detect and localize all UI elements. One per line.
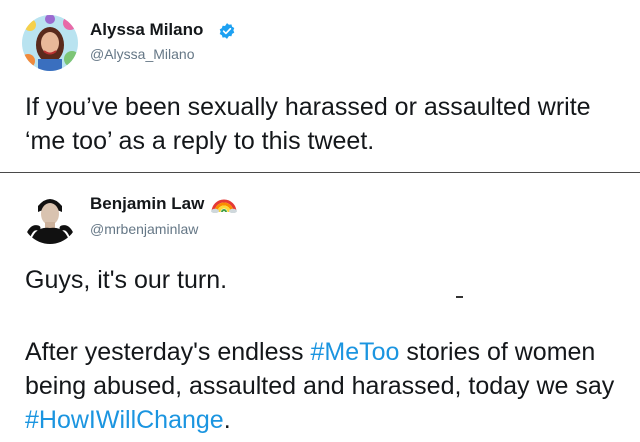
display-name[interactable]: Benjamin Law [90, 194, 204, 214]
tweet-text-line: Guys, it's our turn. [25, 266, 228, 294]
hashtag-link[interactable]: #MeToo [310, 338, 399, 366]
avatar[interactable] [22, 188, 78, 244]
avatar-image-icon [22, 15, 78, 71]
tweet-alyssa-milano: Alyssa Milano @Alyssa_Milano If you’ve b… [0, 0, 640, 172]
stray-mark [456, 296, 463, 298]
tweet-text: After yesterday's endless #MeToo stories… [25, 335, 625, 437]
rainbow-icon [211, 199, 237, 213]
avatar[interactable] [22, 15, 78, 71]
tweet-text-segment: After yesterday's endless [25, 338, 311, 366]
avatar-image-icon [22, 188, 78, 244]
tweet-text: If you’ve been sexually harassed or assa… [25, 93, 591, 155]
tweet-text-segment: . [223, 406, 231, 434]
verified-badge-icon [219, 23, 235, 39]
user-handle[interactable]: @Alyssa_Milano [90, 46, 194, 62]
display-name[interactable]: Alyssa Milano [90, 20, 203, 40]
hashtag-link[interactable]: #HowIWillChange [25, 406, 224, 434]
user-handle[interactable]: @mrbenjaminlaw [90, 221, 198, 237]
